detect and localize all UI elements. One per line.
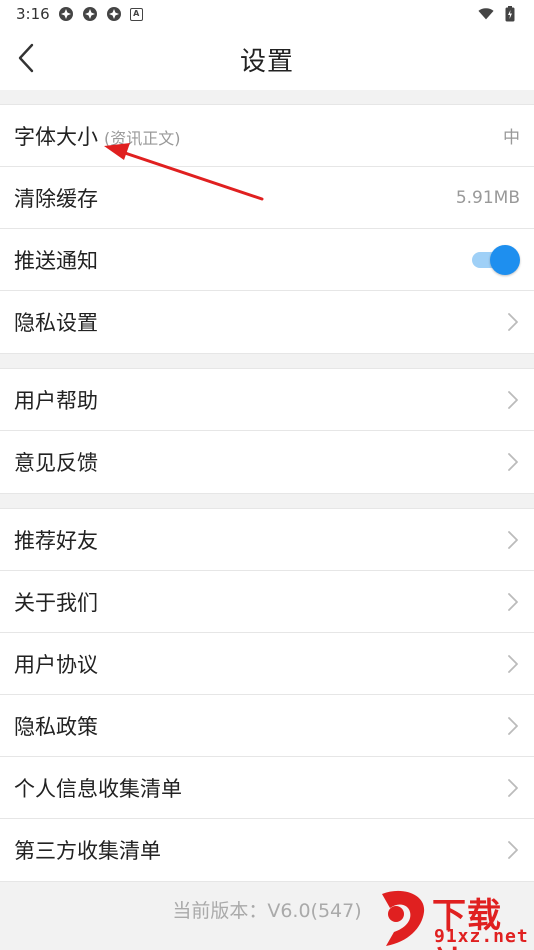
row-label: 用户协议 bbox=[14, 652, 98, 677]
group-gap bbox=[0, 90, 534, 104]
group-gap bbox=[0, 494, 534, 508]
wifi-icon bbox=[478, 6, 494, 22]
row-label: 关于我们 bbox=[14, 590, 98, 615]
watermark-logo-icon bbox=[382, 890, 425, 946]
row-sublabel: (资讯正文) bbox=[104, 128, 181, 148]
row-left: 字体大小 (资讯正文) bbox=[14, 121, 181, 151]
row-label: 第三方收集清单 bbox=[14, 839, 161, 863]
chevron-right-icon bbox=[506, 654, 520, 674]
toggle-knob bbox=[490, 244, 520, 275]
font-size-value: 中 bbox=[503, 128, 520, 148]
cache-size-value: 5.91MB bbox=[455, 187, 520, 208]
app-notification-icon bbox=[58, 6, 74, 22]
chevron-right-icon bbox=[506, 390, 520, 410]
status-left: 3:16 A bbox=[16, 5, 143, 23]
row-label: 字体大小 bbox=[14, 124, 98, 149]
page-title: 设置 bbox=[239, 46, 294, 77]
row-label: 个人信息收集清单 bbox=[14, 776, 182, 801]
chevron-right-icon bbox=[506, 312, 520, 332]
privacy-policy-row[interactable]: 隐私政策 bbox=[0, 695, 534, 757]
third-party-list-row[interactable]: 第三方收集清单 bbox=[0, 819, 534, 881]
row-label: 推送通知 bbox=[14, 248, 98, 273]
back-button[interactable] bbox=[8, 40, 44, 76]
chevron-right-icon bbox=[506, 452, 520, 472]
user-help-row[interactable]: 用户帮助 bbox=[0, 369, 534, 431]
personal-info-list-row[interactable]: 个人信息收集清单 bbox=[0, 757, 534, 819]
settings-group-help: 用户帮助 意见反馈 bbox=[0, 368, 534, 494]
push-notification-toggle[interactable] bbox=[468, 244, 520, 275]
row-label: 隐私政策 bbox=[14, 714, 98, 739]
a-badge-icon: A bbox=[129, 7, 143, 21]
chevron-left-icon bbox=[18, 43, 34, 73]
chevron-right-icon bbox=[506, 530, 520, 550]
status-time: 3:16 bbox=[16, 5, 50, 23]
app-notification-icon bbox=[82, 6, 98, 22]
watermark-url: 91xz.net bbox=[434, 926, 529, 947]
chevron-right-icon bbox=[506, 716, 520, 736]
app-notification-icon bbox=[106, 6, 122, 22]
settings-group-about: 推荐好友 关于我们 用户协议 隐私政策 个人信息收集清单 第三方收集清单 bbox=[0, 508, 534, 882]
font-size-row[interactable]: 字体大小 (资讯正文) 中 bbox=[0, 105, 534, 167]
privacy-settings-row[interactable]: 隐私设置 bbox=[0, 291, 534, 353]
row-label: 清除缓存 bbox=[14, 186, 98, 211]
row-label: 隐私设置 bbox=[14, 311, 98, 335]
settings-group-general: 字体大小 (资讯正文) 中 清除缓存 5.91MB 推送通知 隐私设置 bbox=[0, 104, 534, 354]
row-label: 意见反馈 bbox=[14, 451, 98, 475]
app-header: 设置 bbox=[0, 28, 534, 90]
row-label: 推荐好友 bbox=[14, 528, 98, 553]
chevron-right-icon bbox=[506, 840, 520, 860]
row-label: 用户帮助 bbox=[14, 388, 98, 413]
chevron-right-icon bbox=[506, 592, 520, 612]
group-gap bbox=[0, 354, 534, 368]
site-watermark: 下载站 91xz.net bbox=[372, 888, 532, 950]
user-agreement-row[interactable]: 用户协议 bbox=[0, 633, 534, 695]
status-right bbox=[478, 6, 518, 22]
feedback-row[interactable]: 意见反馈 bbox=[0, 431, 534, 493]
status-bar: 3:16 A bbox=[0, 0, 534, 28]
push-notification-row: 推送通知 bbox=[0, 229, 534, 291]
about-us-row[interactable]: 关于我们 bbox=[0, 571, 534, 633]
recommend-friends-row[interactable]: 推荐好友 bbox=[0, 509, 534, 571]
battery-icon bbox=[502, 6, 518, 22]
clear-cache-row[interactable]: 清除缓存 5.91MB bbox=[0, 167, 534, 229]
chevron-right-icon bbox=[506, 778, 520, 798]
